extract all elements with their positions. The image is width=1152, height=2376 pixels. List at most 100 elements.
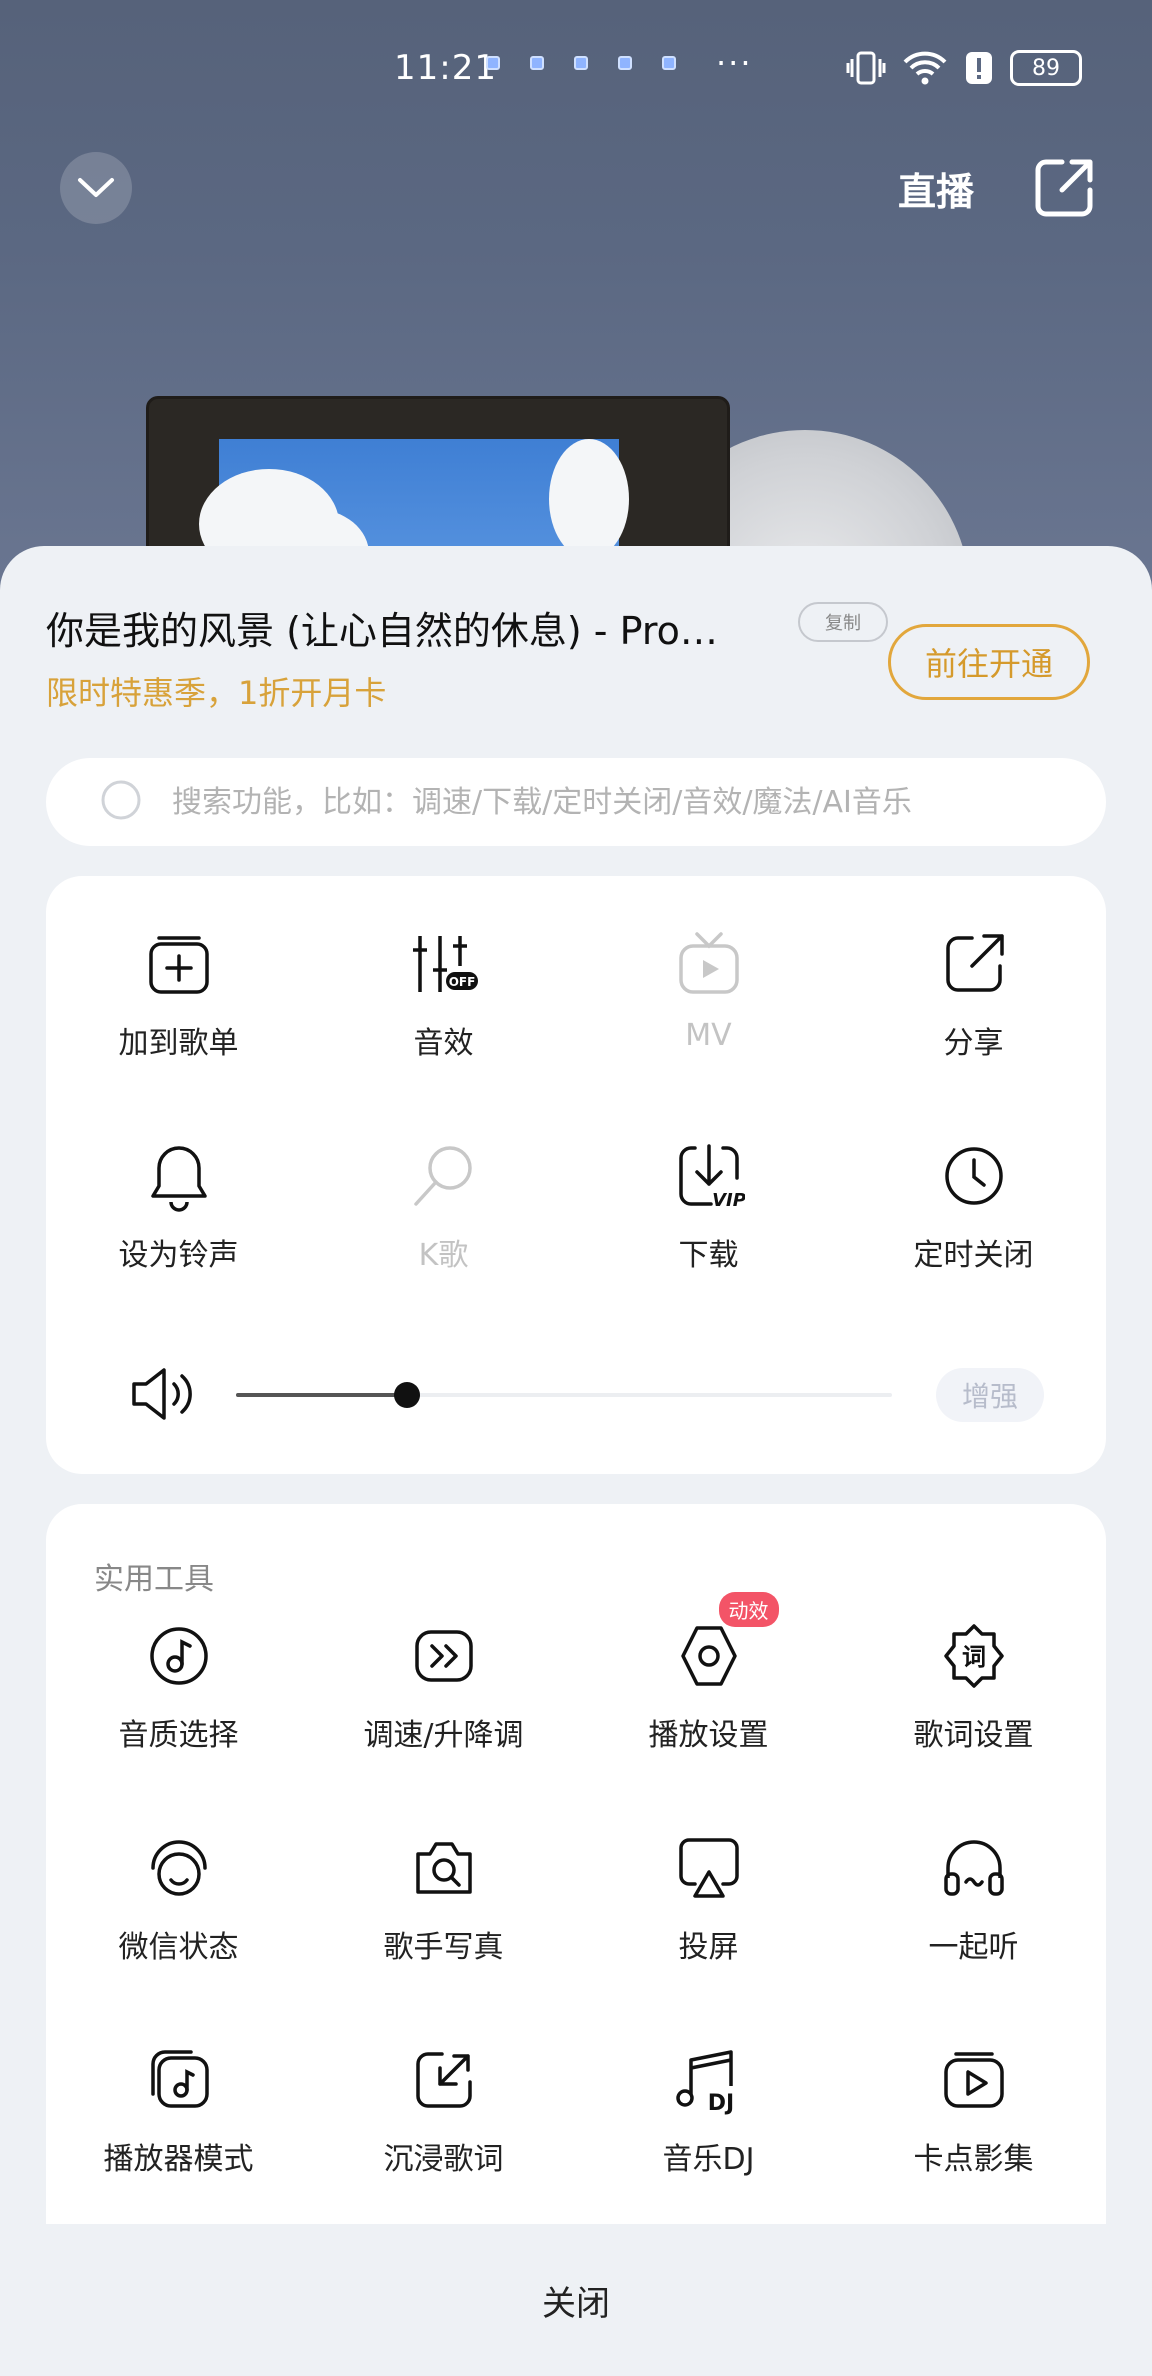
battery-indicator: 89	[1010, 50, 1082, 86]
speed-icon	[414, 1630, 473, 1682]
more-notifications: ···	[716, 44, 753, 82]
close-button[interactable]: 关闭	[476, 2270, 676, 2330]
close-label: 关闭	[542, 2283, 610, 2324]
lyrics-settings-button[interactable]: 词 歌词设置	[841, 1568, 1106, 1780]
listen-together-label: 一起听	[928, 1930, 1019, 1965]
download-label: 下载	[678, 1238, 739, 1273]
alert-icon	[966, 52, 992, 84]
video-album-label: 卡点影集	[913, 2142, 1034, 2177]
speed-pitch-button[interactable]: 调速/升降调	[311, 1568, 576, 1780]
bell-icon	[150, 1146, 207, 1212]
tools-grid: 音质选择 调速/升降调 动效 播放设置 词 歌词设置 微信状态 歌手写真 投屏 …	[46, 1568, 1106, 2204]
immersive-lyrics-label: 沉浸歌词	[383, 2142, 504, 2177]
notification-icon	[574, 56, 588, 70]
battery-level: 89	[1032, 55, 1060, 81]
volume-boost-button[interactable]: 增强	[936, 1368, 1044, 1422]
share-icon	[1035, 159, 1093, 217]
play-settings-label: 播放设置	[648, 1718, 769, 1753]
play-settings-button[interactable]: 动效 播放设置	[576, 1568, 841, 1780]
sound-effect-icon: OFF	[412, 936, 478, 992]
clock-icon	[944, 1147, 1003, 1205]
lyrics-settings-label: 歌词设置	[913, 1718, 1034, 1753]
copy-button[interactable]: 复制	[798, 602, 888, 642]
sleep-timer-button[interactable]: 定时关闭	[841, 1088, 1106, 1300]
main-actions-card: 加到歌单 OFF 音效 MV 分享 设为铃声 K歌 VIP 下载 定时关闭 增强	[46, 876, 1106, 1474]
video-album-icon	[943, 2052, 1004, 2108]
promo-text[interactable]: 限时特惠季，1折开月卡	[46, 668, 386, 714]
play-settings-icon	[680, 1626, 737, 1686]
copy-label: 复制	[825, 613, 861, 634]
karaoke-label: K歌	[418, 1238, 469, 1273]
open-vip-button[interactable]: 前往开通	[888, 624, 1090, 700]
sound-effect-button[interactable]: OFF 音效	[311, 876, 576, 1088]
collapse-button[interactable]	[60, 152, 132, 224]
search-icon	[101, 780, 141, 820]
mv-label: MV	[685, 1018, 732, 1053]
lyrics-settings-icon: 词	[943, 1624, 1004, 1688]
immersive-lyrics-button[interactable]: 沉浸歌词	[311, 1992, 576, 2204]
add-to-playlist-icon	[148, 936, 209, 994]
function-search-bar[interactable]	[46, 758, 1106, 846]
add-to-playlist-button[interactable]: 加到歌单	[46, 876, 311, 1088]
notification-icon	[530, 56, 544, 70]
notification-icon	[486, 56, 500, 70]
volume-slider-fill	[236, 1393, 407, 1397]
notification-icon	[662, 56, 676, 70]
download-vip-icon: VIP	[678, 1144, 745, 1211]
share-icon	[945, 934, 1004, 992]
svg-text:VIP: VIP	[712, 1190, 745, 1211]
mv-button[interactable]: MV	[576, 876, 841, 1088]
speed-pitch-label: 调速/升降调	[363, 1718, 524, 1753]
chevron-down-icon	[78, 178, 114, 197]
music-dj-icon: DJ	[675, 2050, 734, 2116]
vibrate-icon	[846, 51, 886, 85]
share-top-button[interactable]	[1028, 152, 1100, 224]
sound-effect-label: 音效	[413, 1026, 474, 1061]
set-ringtone-button[interactable]: 设为铃声	[46, 1088, 311, 1300]
wifi-icon	[903, 51, 947, 85]
search-input[interactable]	[172, 784, 1072, 820]
status-right: 89	[846, 50, 1082, 86]
cover-cloud	[549, 439, 629, 559]
boost-label: 增强	[961, 1380, 1018, 1413]
immersive-lyrics-icon	[415, 2052, 472, 2108]
add-to-playlist-label: 加到歌单	[118, 1026, 239, 1061]
live-button[interactable]: 直播	[888, 152, 984, 224]
sleep-timer-label: 定时关闭	[913, 1238, 1034, 1273]
song-title: 你是我的风景 (让心自然的休息) - Pro…	[46, 609, 718, 653]
cast-button[interactable]: 投屏	[576, 1780, 841, 1992]
music-dj-button[interactable]: DJ 音乐DJ	[576, 1992, 841, 2204]
share-label: 分享	[943, 1026, 1004, 1061]
volume-icon	[132, 1368, 192, 1420]
status-time: 11:21	[394, 48, 497, 88]
notification-icons	[486, 56, 676, 70]
notification-icon	[618, 56, 632, 70]
set-ringtone-label: 设为铃声	[118, 1238, 239, 1273]
svg-text:OFF: OFF	[448, 975, 475, 989]
new-effect-badge: 动效	[718, 1592, 779, 1627]
play-settings-icon-wrap: 动效	[673, 1592, 779, 1692]
mv-icon	[678, 932, 739, 994]
download-button[interactable]: VIP 下载	[576, 1088, 841, 1300]
sound-quality-button[interactable]: 音质选择	[46, 1568, 311, 1780]
singer-photo-button[interactable]: 歌手写真	[311, 1780, 576, 1992]
music-dj-label: 音乐DJ	[662, 2142, 755, 2177]
karaoke-button[interactable]: K歌	[311, 1088, 576, 1300]
listen-together-button[interactable]: 一起听	[841, 1780, 1106, 1992]
cast-label: 投屏	[678, 1930, 739, 1965]
wechat-status-icon	[150, 1840, 207, 1896]
volume-slider[interactable]	[236, 1382, 892, 1408]
player-mode-button[interactable]: 播放器模式	[46, 1992, 311, 2204]
main-actions-grid: 加到歌单 OFF 音效 MV 分享 设为铃声 K歌 VIP 下载 定时关闭	[46, 876, 1106, 1300]
volume-slider-thumb[interactable]	[393, 1382, 420, 1408]
player-mode-label: 播放器模式	[103, 2142, 254, 2177]
cast-icon	[678, 1838, 739, 1898]
share-button[interactable]: 分享	[841, 876, 1106, 1088]
video-album-button[interactable]: 卡点影集	[841, 1992, 1106, 2204]
wechat-status-button[interactable]: 微信状态	[46, 1780, 311, 1992]
live-label: 直播	[897, 169, 974, 214]
singer-photo-icon	[415, 1842, 472, 1894]
sound-quality-label: 音质选择	[118, 1718, 239, 1753]
open-vip-label: 前往开通	[924, 645, 1053, 683]
player-mode-icon	[150, 2050, 209, 2108]
